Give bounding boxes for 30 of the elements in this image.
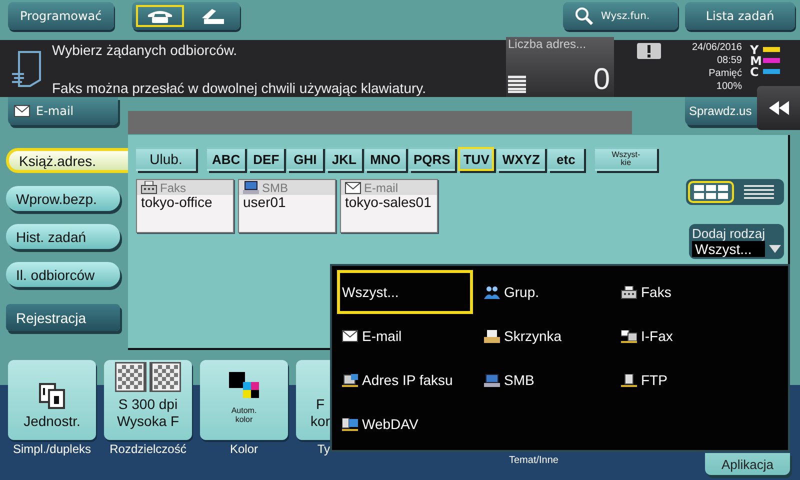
setting-value: Autom. kolor: [231, 406, 257, 424]
toner-label: M: [750, 54, 761, 68]
address-name: user01: [242, 195, 287, 209]
setting-label: Rozdzielczość: [110, 442, 186, 456]
toner-label: C: [750, 64, 759, 78]
counter-value: 0: [592, 63, 610, 97]
type-filter-label: Dodaj rodzaj: [692, 226, 766, 241]
email-label: E-mail: [36, 104, 74, 118]
address-name: tokyo-office: [140, 195, 214, 209]
toner-label: Y: [750, 42, 759, 56]
search-label: Wysz.fun.: [601, 10, 650, 22]
setting-label: Ty: [317, 442, 330, 456]
setting-label: Kolor: [230, 442, 258, 456]
address-type: E-mail: [364, 180, 398, 194]
message-text: Wybierz żądanych odbiorców.: [52, 42, 238, 58]
address-name: tokyo-sales01: [344, 195, 432, 209]
memory-value: 100%: [716, 80, 742, 93]
counter-label: Liczba adres...: [508, 37, 588, 51]
message-text: Faks można przesłać w dowolnej chwili używając klawiatury.: [52, 80, 427, 96]
type-filter-value: Wszyst...: [692, 241, 765, 257]
setting-label: Simpl./dupleks: [12, 442, 92, 456]
setting-value: Jednostr.: [24, 413, 80, 430]
time-text: 08:59: [716, 54, 742, 67]
address-type: SMB: [262, 180, 288, 194]
address-type: Faks: [160, 180, 186, 194]
setting-value: F kor: [310, 396, 330, 430]
memory-label: Pamięć: [708, 67, 742, 80]
date-text: 24/06/2016: [692, 41, 742, 54]
subject-label: Temat/Inne: [509, 455, 558, 466]
setting-value: S 300 dpi Wysoka F: [116, 396, 180, 430]
